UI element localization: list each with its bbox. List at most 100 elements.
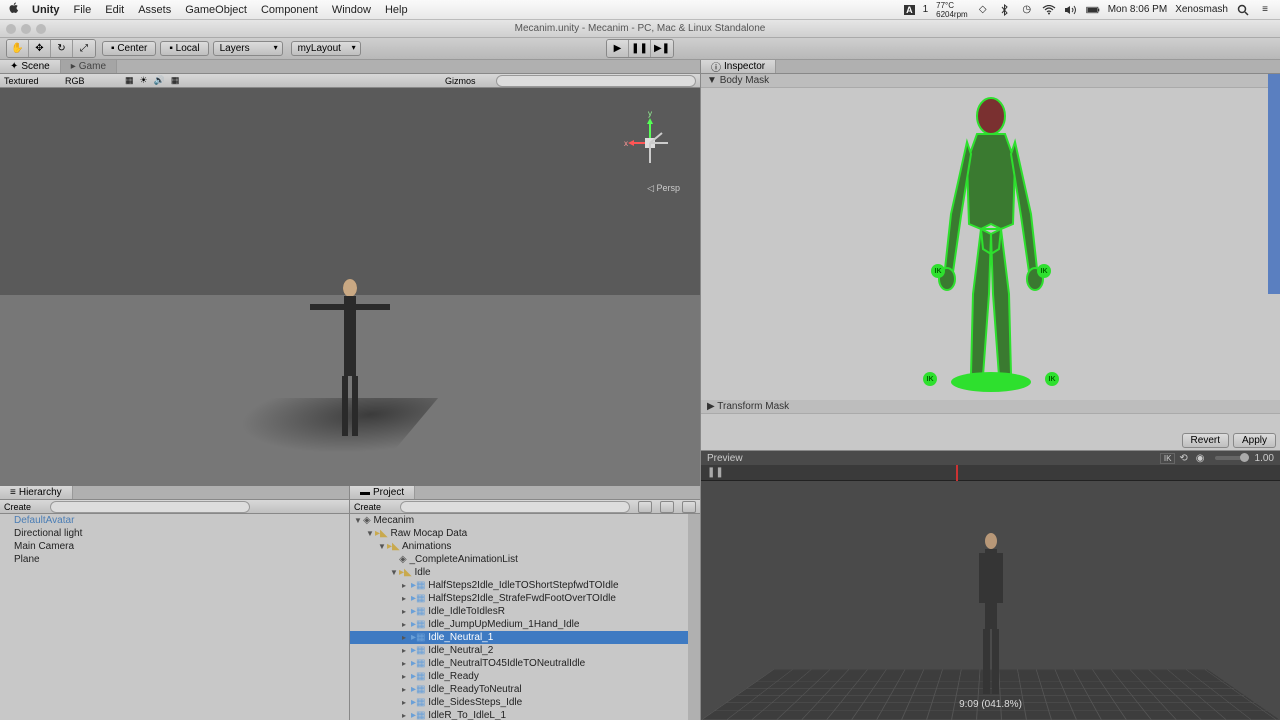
project-tree[interactable]: ▼◈ Mecanim▼▸◣ Raw Mocap Data▼▸◣ Animatio… (350, 514, 700, 720)
layers-dropdown[interactable]: Layers (213, 41, 283, 56)
ik-left-foot[interactable]: IK (923, 372, 937, 386)
rotate-tool[interactable]: ↻ (51, 40, 73, 57)
battery-icon[interactable] (1086, 3, 1100, 17)
preview-play-button[interactable]: ❚❚ (707, 467, 724, 478)
project-filter-2[interactable] (660, 501, 674, 513)
hand-tool[interactable]: ✋ (7, 40, 29, 57)
hierarchy-item[interactable]: Directional light (0, 527, 349, 540)
wifi-icon[interactable] (1042, 3, 1056, 17)
project-item[interactable]: ▸▸▦ HalfSteps2Idle_IdleTOShortStepfwdTOI… (350, 579, 700, 592)
orientation-gizmo[interactable]: y x (620, 108, 680, 188)
project-item[interactable]: ▸▸▦ Idle_SidesSteps_Idle (350, 696, 700, 709)
menu-window[interactable]: Window (332, 4, 371, 16)
ik-right-foot[interactable]: IK (1045, 372, 1059, 386)
scene-shading-dropdown[interactable]: Textured (4, 76, 59, 86)
preview-timeline[interactable]: ❚❚ (701, 465, 1280, 481)
hierarchy-item[interactable]: Main Camera (0, 540, 349, 553)
ik-right-hand[interactable]: IK (1037, 264, 1051, 278)
apple-icon[interactable] (8, 2, 22, 17)
volume-icon[interactable] (1064, 3, 1078, 17)
tab-game[interactable]: ▸ Game (61, 60, 117, 73)
persp-label[interactable]: ◁ Persp (647, 183, 680, 194)
traffic-close[interactable] (6, 24, 16, 34)
scene-gizmos-dropdown[interactable]: Gizmos (445, 76, 490, 86)
preview-model-icon[interactable]: ◉ (1196, 453, 1205, 464)
ik-left-hand[interactable]: IK (931, 264, 945, 278)
scene-fx-toggle[interactable]: ▦ (171, 75, 180, 86)
scene-2d-toggle[interactable]: ▦ (125, 75, 134, 86)
timemachine-icon[interactable]: ◷ (1020, 3, 1034, 17)
tab-project[interactable]: ▬ Project (350, 486, 415, 499)
project-item[interactable]: ▸▸▦ HalfSteps2Idle_StrafeFwdFootOverTOId… (350, 592, 700, 605)
menu-help[interactable]: Help (385, 4, 408, 16)
bluetooth-icon[interactable] (998, 3, 1012, 17)
project-item[interactable]: ▸▸▦ IdleR_To_IdleL_1 (350, 709, 700, 720)
humanoid-body-icon[interactable] (901, 94, 1081, 394)
preview-viewport[interactable]: 9:09 (041.8%) (701, 481, 1280, 720)
project-item[interactable]: ▼◈ Mecanim (350, 514, 700, 527)
menu-app[interactable]: Unity (32, 4, 60, 16)
hierarchy-item[interactable]: Plane (0, 553, 349, 566)
step-button[interactable]: ▶❚ (651, 40, 673, 57)
layout-dropdown[interactable]: myLayout (291, 41, 361, 56)
project-item[interactable]: ▼▸◣ Animations (350, 540, 700, 553)
preview-ik-toggle[interactable]: IK (1160, 453, 1176, 464)
menu-component[interactable]: Component (261, 4, 318, 16)
hierarchy-search[interactable] (50, 501, 250, 513)
tab-scene[interactable]: ✦ Scene (0, 60, 61, 73)
menu-file[interactable]: File (74, 4, 92, 16)
hierarchy-create-dropdown[interactable]: Create (4, 502, 44, 512)
preview-pivot-icon[interactable]: ⟲ (1179, 453, 1187, 464)
menu-gameobject[interactable]: GameObject (185, 4, 247, 16)
project-item[interactable]: ▼▸◣ Raw Mocap Data (350, 527, 700, 540)
project-item[interactable]: ▸▸▦ Idle_IdleToIdlesR (350, 605, 700, 618)
apply-button[interactable]: Apply (1233, 433, 1276, 448)
scene-view[interactable]: y x ◁ Persp (0, 88, 700, 486)
pivot-center-button[interactable]: ▪ Center (102, 41, 156, 56)
project-item[interactable]: ▸▸▦ Idle_Neutral_2 (350, 644, 700, 657)
tab-hierarchy[interactable]: ≡ Hierarchy (0, 486, 73, 499)
inspector-scrollbar[interactable] (1268, 74, 1280, 294)
traffic-max[interactable] (36, 24, 46, 34)
hierarchy-item[interactable]: DefaultAvatar (0, 514, 349, 527)
project-scrollbar[interactable] (688, 514, 700, 720)
dropbox-icon[interactable]: ◇ (976, 3, 990, 17)
scene-light-toggle[interactable]: ☀ (140, 75, 148, 86)
pause-button[interactable]: ❚❚ (629, 40, 651, 57)
scene-render-dropdown[interactable]: RGB (65, 76, 105, 86)
transform-mask-section[interactable]: ▶ Transform Mask (701, 400, 1280, 414)
move-tool[interactable]: ✥ (29, 40, 51, 57)
menu-assets[interactable]: Assets (138, 4, 171, 16)
project-item[interactable]: ▸▸▦ Idle_Ready (350, 670, 700, 683)
project-create-dropdown[interactable]: Create (354, 502, 394, 512)
scene-character[interactable] (330, 276, 370, 451)
project-search[interactable] (400, 501, 630, 513)
notification-icon[interactable]: ≡ (1258, 3, 1272, 17)
adobe-icon[interactable]: A (904, 5, 915, 15)
scale-tool[interactable]: ⤢ (73, 40, 95, 57)
revert-button[interactable]: Revert (1182, 433, 1229, 448)
pivot-local-button[interactable]: ▪ Local (160, 41, 208, 56)
status-user[interactable]: Xenosmash (1175, 4, 1228, 15)
project-filter-1[interactable] (638, 501, 652, 513)
traffic-min[interactable] (21, 24, 31, 34)
preview-speed-slider[interactable] (1215, 456, 1249, 460)
project-filter-3[interactable] (682, 501, 696, 513)
preview-scrubber[interactable] (956, 465, 958, 481)
scene-audio-toggle[interactable]: 🔊 (154, 75, 165, 86)
menu-edit[interactable]: Edit (105, 4, 124, 16)
body-mask-section[interactable]: ▼ Body Mask (701, 74, 1280, 88)
hierarchy-list[interactable]: DefaultAvatar Directional light Main Cam… (0, 514, 349, 720)
spotlight-icon[interactable] (1236, 3, 1250, 17)
status-time[interactable]: Mon 8:06 PM (1108, 4, 1167, 15)
project-item[interactable]: ▸▸▦ Idle_NeutralTO45IdleTONeutralIdle (350, 657, 700, 670)
project-item[interactable]: ▸▸▦ Idle_JumpUpMedium_1Hand_Idle (350, 618, 700, 631)
tab-inspector[interactable]: ⓘ Inspector (701, 60, 776, 73)
scene-search[interactable] (496, 75, 696, 87)
project-item[interactable]: ◈ _CompleteAnimationList (350, 553, 700, 566)
project-item[interactable]: ▸▸▦ Idle_Neutral_1 (350, 631, 700, 644)
body-mask-view[interactable]: IK IK IK IK (701, 88, 1280, 400)
project-item[interactable]: ▼▸◣ Idle (350, 566, 700, 579)
play-button[interactable]: ▶ (607, 40, 629, 57)
project-item[interactable]: ▸▸▦ Idle_ReadyToNeutral (350, 683, 700, 696)
